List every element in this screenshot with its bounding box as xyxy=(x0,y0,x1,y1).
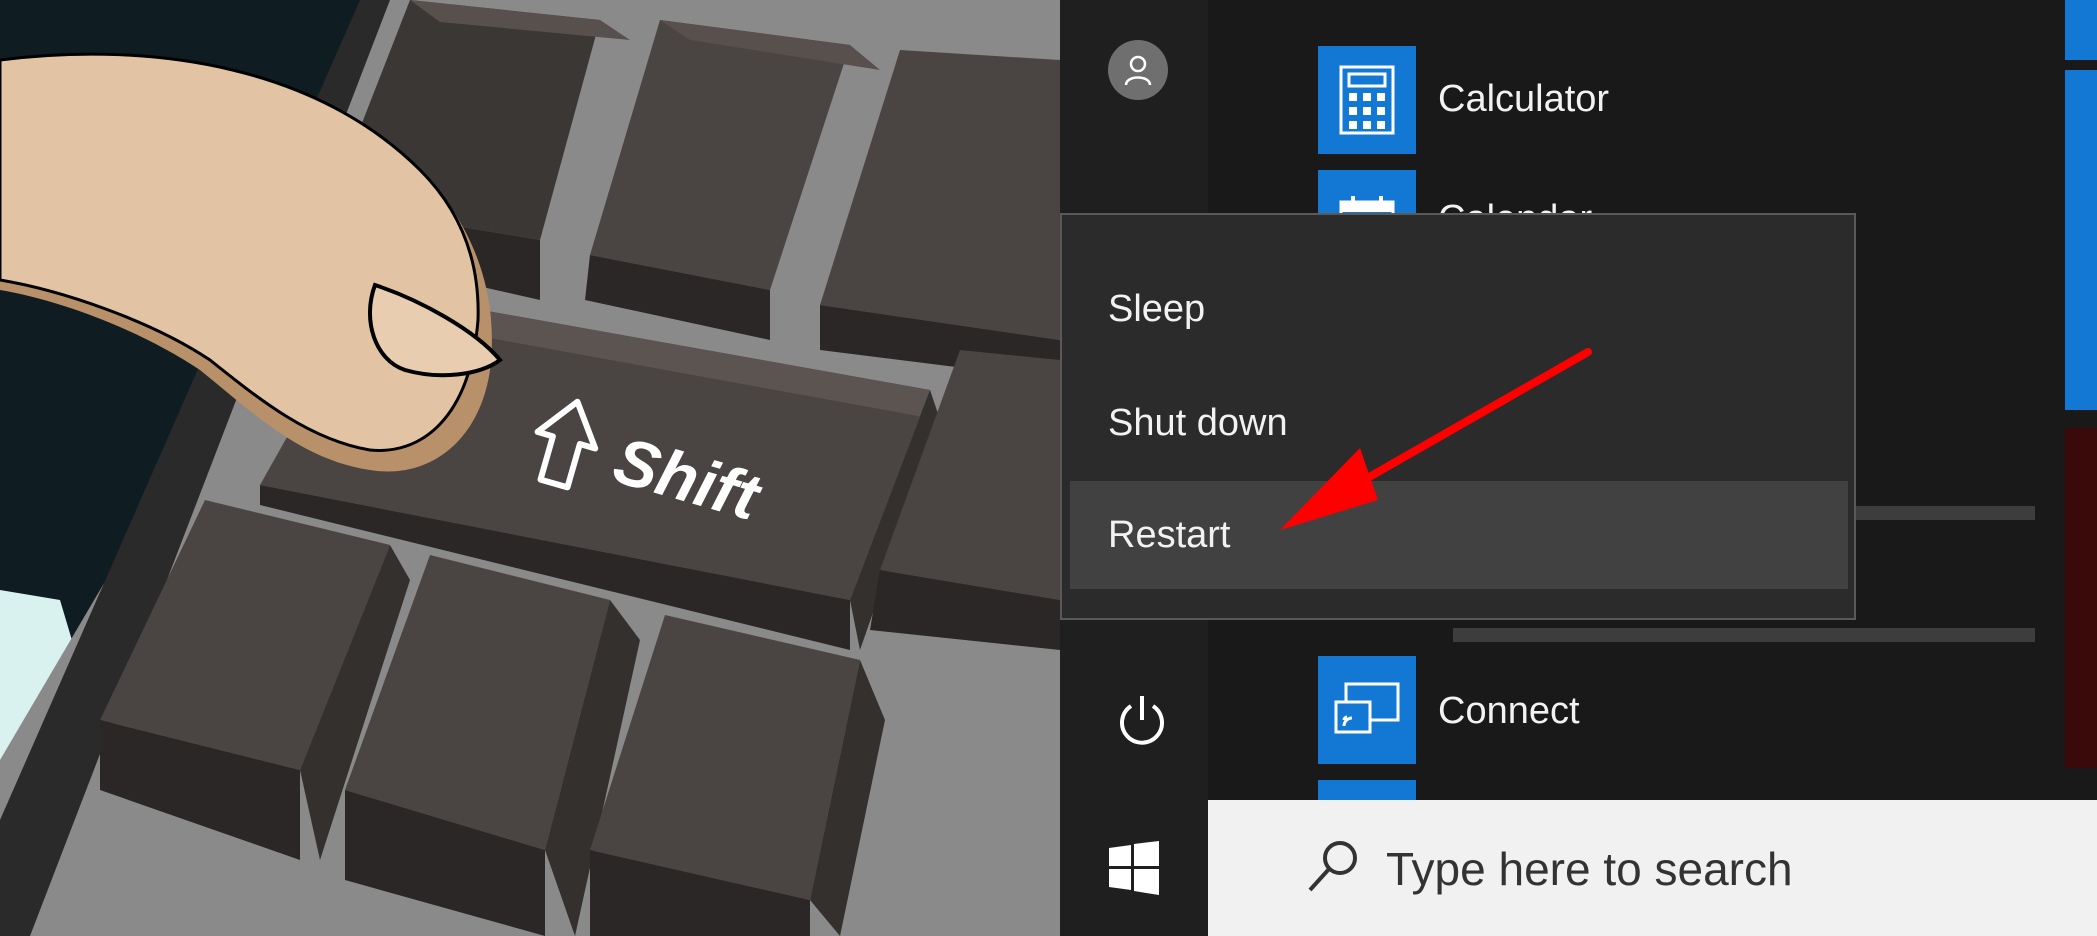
menu-item-label: Sleep xyxy=(1108,287,1206,330)
search-box[interactable]: Type here to search xyxy=(1208,800,2097,936)
windows-logo-icon[interactable] xyxy=(1060,800,1208,936)
app-name: Connect xyxy=(1438,690,1580,732)
user-avatar-icon[interactable] xyxy=(1108,40,1168,100)
menu-item-label: Shut down xyxy=(1108,401,1288,444)
live-tile[interactable] xyxy=(2065,70,2097,410)
keyboard-drawing: Shift xyxy=(0,0,1060,936)
calculator-icon xyxy=(1318,46,1416,154)
app-name: Calculator xyxy=(1438,78,1610,120)
connect-icon xyxy=(1318,656,1416,764)
power-icon[interactable] xyxy=(1112,690,1172,750)
sleep-menu-item[interactable]: Sleep xyxy=(1070,255,1848,363)
search-icon xyxy=(1308,841,1357,892)
app-connect[interactable]: Connect xyxy=(1208,650,2068,770)
divider xyxy=(1453,628,2035,642)
live-tile[interactable] xyxy=(2065,0,2097,60)
app-tile-partial[interactable] xyxy=(1318,780,1416,800)
start-menu: Calculator Calendar xyxy=(1060,0,2097,936)
live-tile[interactable] xyxy=(2065,428,2097,768)
taskbar: Type here to search xyxy=(1060,800,2097,936)
keyboard-illustration: Shift xyxy=(0,0,1060,936)
shutdown-menu-item[interactable]: Shut down xyxy=(1070,369,1848,477)
restart-menu-item[interactable]: Restart xyxy=(1070,481,1848,589)
menu-item-label: Restart xyxy=(1108,513,1231,556)
power-menu: Sleep Shut down Restart xyxy=(1060,213,1856,620)
search-placeholder: Type here to search xyxy=(1386,843,1793,895)
app-calculator[interactable]: Calculator xyxy=(1208,40,2068,160)
